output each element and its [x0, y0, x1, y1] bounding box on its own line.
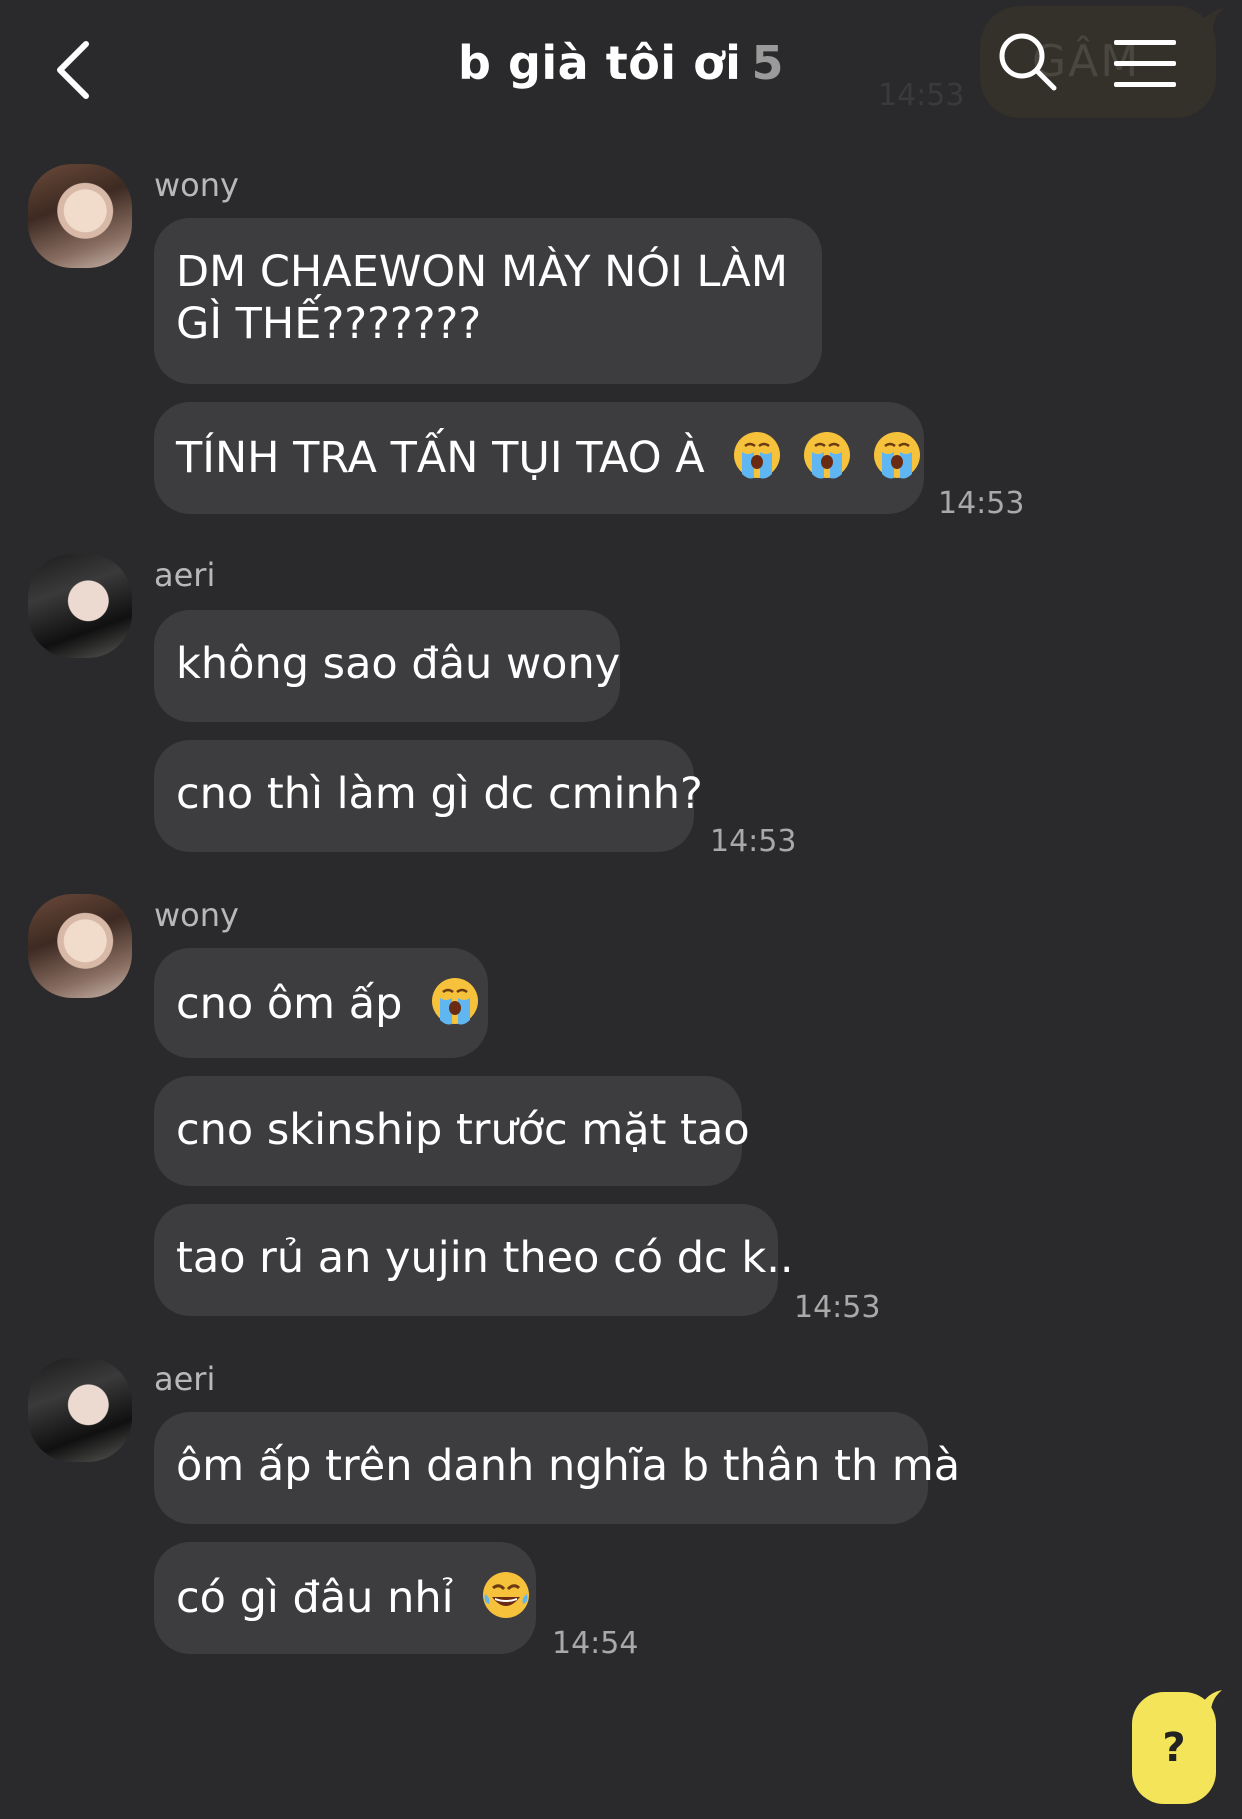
- message-text: ôm ấp trên danh nghĩa b thân th mà: [176, 1441, 961, 1491]
- help-button-label: ?: [1162, 1725, 1186, 1771]
- message-bubble[interactable]: cno skinship trước mặt tao: [154, 1076, 750, 1186]
- crying-emoji-icon: [732, 430, 782, 480]
- menu-button[interactable]: [1112, 36, 1178, 92]
- message-bubble[interactable]: TÍNH TRA TẤN TỤI TAO À: [154, 402, 924, 514]
- message-bubble[interactable]: cno thì làm gì dc cminh?: [154, 740, 703, 852]
- sender-name: aeri: [154, 556, 216, 594]
- message-bubble[interactable]: không sao đâu wony: [154, 610, 620, 722]
- menu-icon: [1114, 40, 1176, 87]
- message-bubble[interactable]: ôm ấp trên danh nghĩa b thân th mà: [154, 1412, 960, 1524]
- message-text: cno thì làm gì dc cminh?: [176, 769, 703, 819]
- message-text: tao rủ an yujin theo có dc k..: [176, 1233, 794, 1283]
- message-text: GÌ THẾ???????: [176, 299, 482, 349]
- message-bubble[interactable]: DM CHAEWON MÀY NÓI LÀM GÌ THẾ???????: [154, 218, 822, 384]
- avatar-wony[interactable]: [28, 894, 132, 998]
- message-time: 14:54: [552, 1626, 639, 1661]
- avatar-aeri[interactable]: [28, 1358, 132, 1462]
- message-text: TÍNH TRA TẤN TỤI TAO À: [176, 433, 705, 483]
- message-text: cno ôm ấp: [176, 979, 403, 1029]
- chat-title-text: b già tôi ơi: [458, 36, 742, 90]
- sender-name: wony: [154, 896, 239, 934]
- ghost-timestamp: 14:53: [878, 78, 965, 113]
- message-bubble[interactable]: tao rủ an yujin theo có dc k..: [154, 1204, 794, 1316]
- message-time: 14:53: [794, 1290, 881, 1325]
- message-text: có gì đâu nhỉ: [176, 1573, 454, 1623]
- message-time: 14:53: [938, 486, 1025, 521]
- crying-emoji-icon: [802, 430, 852, 480]
- message-bubble[interactable]: có gì đâu nhỉ: [154, 1542, 536, 1654]
- sender-name: aeri: [154, 1360, 216, 1398]
- avatar-wony[interactable]: [28, 164, 132, 268]
- search-icon: [999, 33, 1057, 91]
- message-text: không sao đâu wony: [176, 639, 621, 689]
- search-button[interactable]: [996, 30, 1060, 94]
- chat-header: b già tôi ơi 5 14:53 GÂM: [0, 0, 1242, 140]
- sender-name: wony: [154, 166, 239, 204]
- avatar-aeri[interactable]: [28, 554, 132, 658]
- bubble-tail-icon: [1196, 1690, 1222, 1718]
- laughing-emoji-icon: [481, 1570, 531, 1620]
- message-bubble[interactable]: cno ôm ấp: [154, 948, 488, 1058]
- crying-emoji-icon: [872, 430, 922, 480]
- member-count: 5: [751, 36, 784, 90]
- bubble-tail-icon: [1196, 8, 1224, 36]
- message-time: 14:53: [710, 824, 797, 859]
- message-text: DM CHAEWON MÀY NÓI LÀM: [176, 247, 788, 297]
- crying-emoji-icon: [430, 976, 480, 1026]
- message-text: cno skinship trước mặt tao: [176, 1105, 750, 1155]
